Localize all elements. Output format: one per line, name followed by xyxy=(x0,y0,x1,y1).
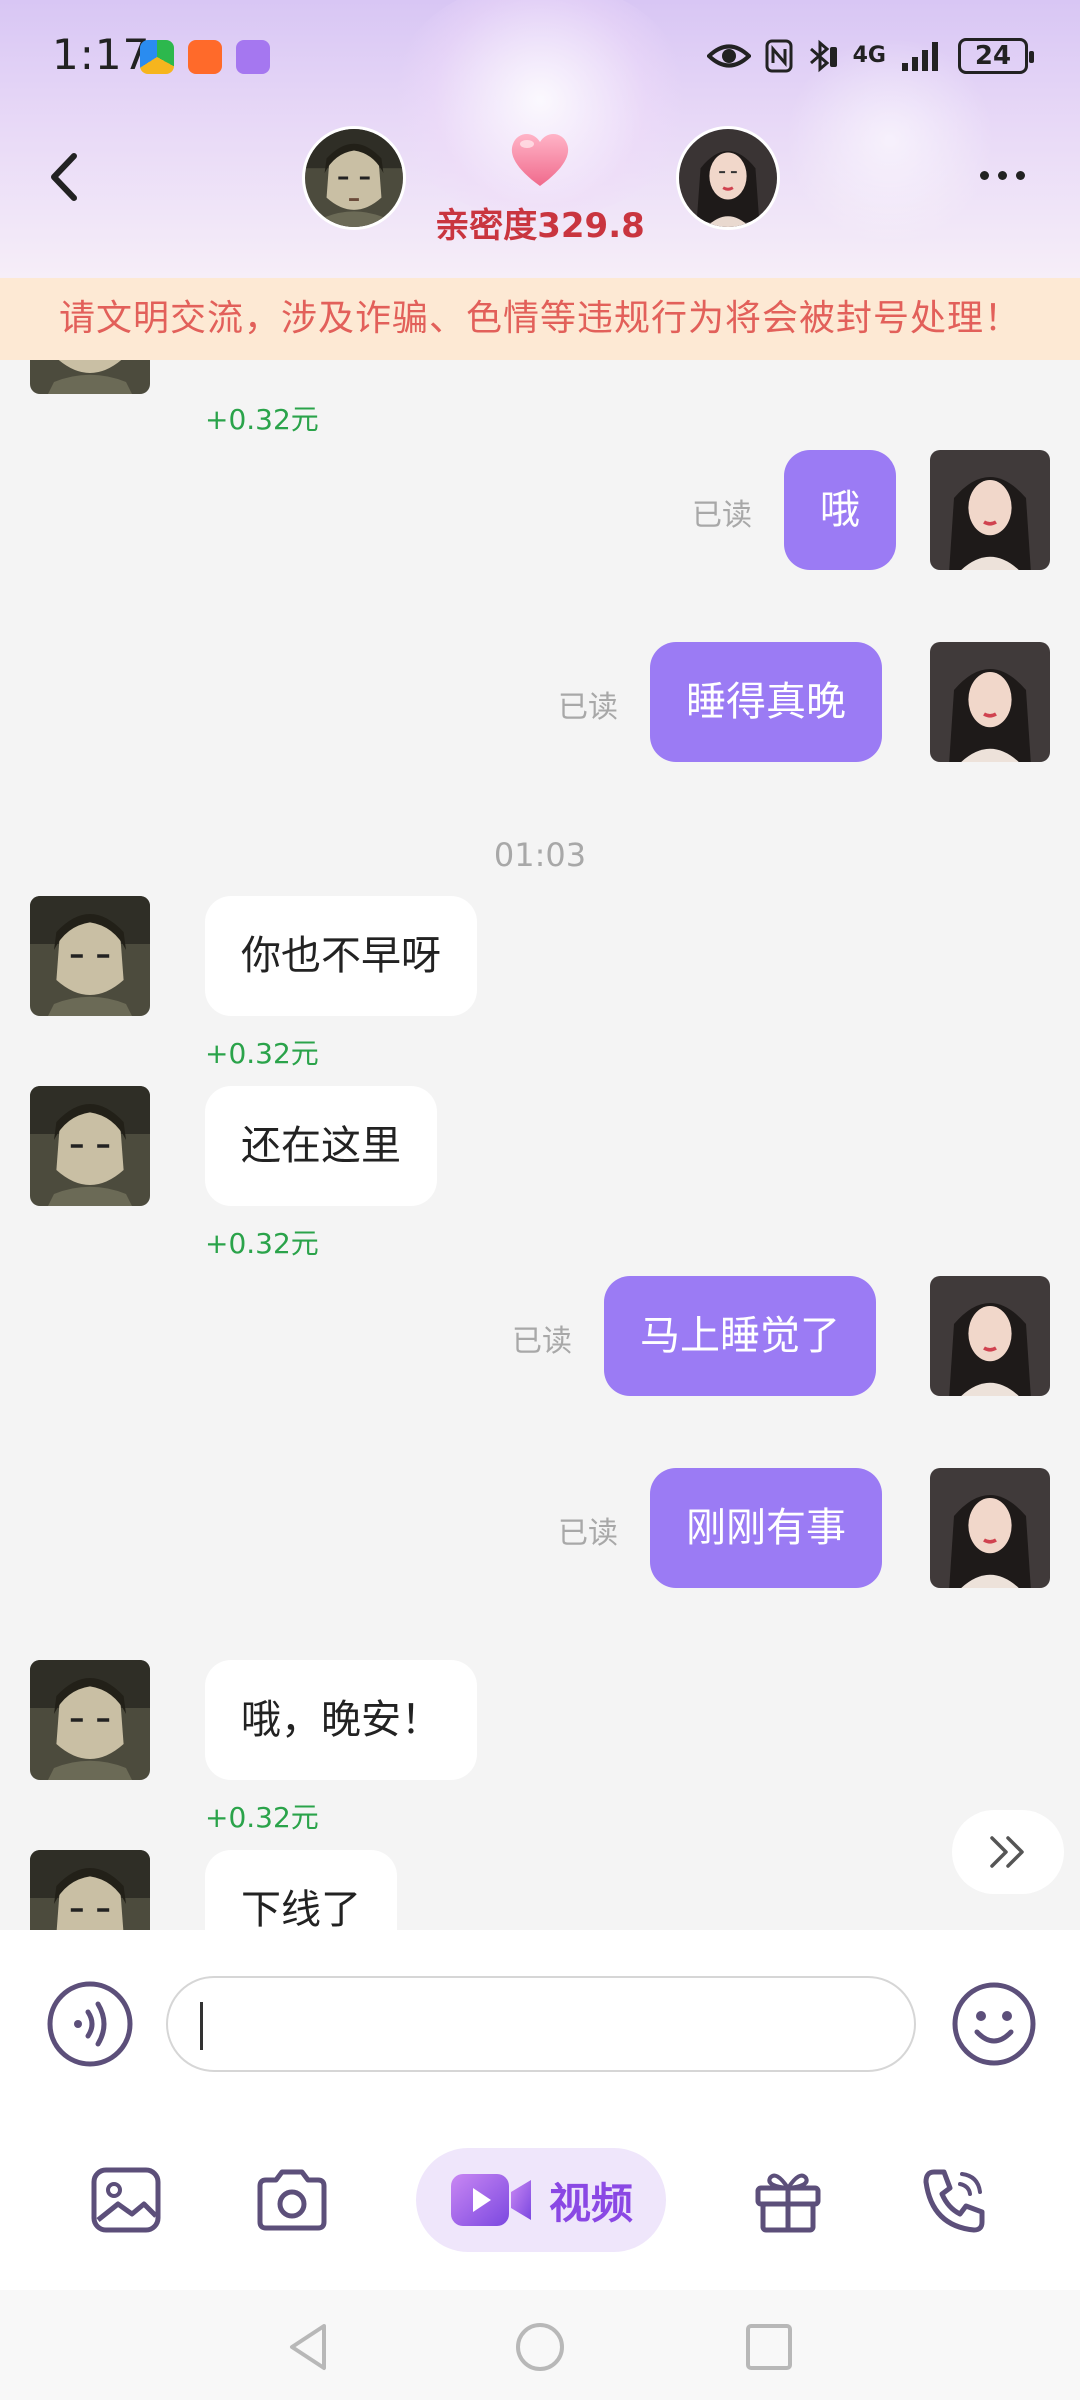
woman-portrait-icon xyxy=(679,129,777,227)
eye-icon xyxy=(706,44,751,68)
video-call-button[interactable]: 视频 xyxy=(416,2148,666,2252)
outgoing-bubble[interactable]: 哦 xyxy=(784,450,896,570)
nfc-icon xyxy=(765,39,793,73)
earned-amount: +0.32元 xyxy=(205,1227,319,1260)
outgoing-bubble[interactable]: 马上睡觉了 xyxy=(604,1276,876,1396)
outgoing-bubble[interactable]: 睡得真晚 xyxy=(650,642,882,762)
nav-back-icon[interactable] xyxy=(282,2320,336,2374)
chat-screen: 1:17 4G 24 亲密度329.8 请文明交流，涉及诈骗、色情等违规行为将会… xyxy=(0,0,1080,2400)
anime-portrait-icon xyxy=(30,360,150,394)
signal-icon xyxy=(902,42,938,71)
double-chevron-right-icon xyxy=(990,1836,1024,1868)
input-panel: 视频 xyxy=(0,1930,1080,2400)
scroll-to-latest-button[interactable] xyxy=(952,1810,1064,1894)
earned-amount: +0.32元 xyxy=(205,1801,319,1834)
woman-portrait-icon xyxy=(930,450,1050,570)
partner-message-avatar[interactable] xyxy=(30,1086,150,1206)
earned-amount: +0.32元 xyxy=(205,1037,319,1070)
bluetooth-icon xyxy=(809,39,837,73)
video-label: 视频 xyxy=(548,2178,633,2228)
app-notification-icon-2 xyxy=(236,40,270,74)
read-receipt: 已读 xyxy=(558,690,618,725)
incoming-bubble[interactable]: 还在这里 xyxy=(205,1086,437,1206)
earned-amount: +0.32元 xyxy=(205,403,319,436)
message-input[interactable] xyxy=(166,1976,916,2072)
text-caret xyxy=(200,2002,203,2050)
woman-portrait-icon xyxy=(930,1468,1050,1588)
chat-list[interactable]: +0.32元 已读 哦 已读 睡得真晚 01:03 你也不早呀 +0.32元 还… xyxy=(0,360,1080,1930)
nav-recents-icon[interactable] xyxy=(742,2320,796,2374)
chevron-left-icon[interactable] xyxy=(44,150,84,204)
video-camera-icon xyxy=(450,2174,531,2226)
anime-portrait-icon xyxy=(30,1850,150,1930)
read-receipt: 已读 xyxy=(512,1324,572,1359)
chat-timestamp: 01:03 xyxy=(493,836,587,874)
camera-icon[interactable] xyxy=(252,2160,332,2240)
my-message-avatar[interactable] xyxy=(930,642,1050,762)
emoji-icon[interactable] xyxy=(950,1980,1038,2068)
partner-message-avatar[interactable] xyxy=(30,896,150,1016)
chat-header: 1:17 4G 24 亲密度329.8 xyxy=(0,0,1080,278)
woman-portrait-icon xyxy=(930,642,1050,762)
network-type: 4G xyxy=(852,43,886,68)
my-avatar[interactable] xyxy=(676,126,780,230)
anime-portrait-icon xyxy=(30,896,150,1016)
battery-indicator: 24 xyxy=(958,38,1034,74)
taobao-notification-icon xyxy=(188,40,222,74)
warning-banner: 请文明交流，涉及诈骗、色情等违规行为将会被封号处理！ xyxy=(0,278,1080,360)
incoming-bubble[interactable]: 哦，晚安！ xyxy=(205,1660,477,1780)
voice-icon[interactable] xyxy=(46,1980,134,2068)
system-nav-bar xyxy=(0,2290,1080,2400)
read-receipt: 已读 xyxy=(558,1516,618,1551)
phone-icon[interactable] xyxy=(914,2160,994,2240)
partner-message-avatar[interactable] xyxy=(30,1660,150,1780)
status-bar: 1:17 4G 24 xyxy=(0,0,1080,110)
more-dots-icon[interactable] xyxy=(980,160,1040,190)
gift-icon[interactable] xyxy=(748,2160,828,2240)
partner-message-avatar[interactable] xyxy=(30,1850,150,1930)
status-icons: 4G 24 xyxy=(706,34,1034,78)
my-message-avatar[interactable] xyxy=(930,1468,1050,1588)
heart-icon xyxy=(511,133,569,186)
partner-message-avatar[interactable] xyxy=(30,360,150,394)
my-message-avatar[interactable] xyxy=(930,450,1050,570)
read-receipt: 已读 xyxy=(692,498,752,533)
my-message-avatar[interactable] xyxy=(930,1276,1050,1396)
incoming-bubble[interactable]: 下线了 xyxy=(205,1850,397,1930)
app-notification-icon xyxy=(140,40,174,74)
woman-portrait-icon xyxy=(930,1276,1050,1396)
incoming-bubble[interactable]: 你也不早呀 xyxy=(205,896,477,1016)
image-icon[interactable] xyxy=(86,2160,166,2240)
anime-portrait-icon xyxy=(30,1660,150,1780)
anime-portrait-icon xyxy=(30,1086,150,1206)
nav-home-icon[interactable] xyxy=(513,2320,567,2374)
status-time: 1:17 xyxy=(52,30,151,79)
intimacy-score: 亲密度329.8 xyxy=(435,206,645,246)
outgoing-bubble[interactable]: 刚刚有事 xyxy=(650,1468,882,1588)
